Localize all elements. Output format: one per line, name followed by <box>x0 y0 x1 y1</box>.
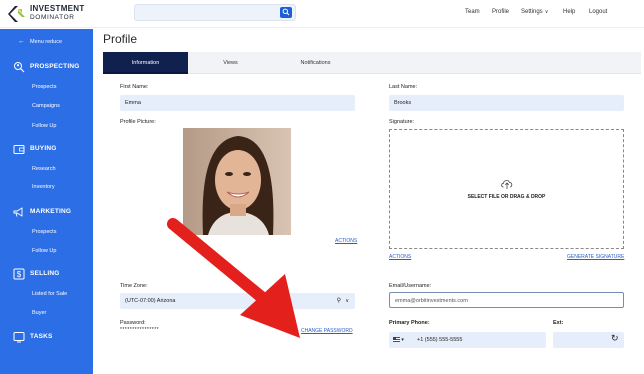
profile-picture-label: Profile Picture: <box>120 119 156 125</box>
sidebar-item-marketing-prospects[interactable]: Prospects <box>32 229 56 235</box>
sidebar-section-buying[interactable]: BUYING <box>30 145 56 152</box>
nav-profile[interactable]: Profile <box>492 9 509 15</box>
sidebar-item-marketing-follow-up[interactable]: Follow Up <box>32 248 56 254</box>
menu-reduce-label: Menu reduce <box>30 39 63 45</box>
refresh-icon[interactable]: ↻ <box>611 333 619 344</box>
email-field[interactable]: emma@orbitinvestments.com <box>389 292 624 308</box>
time-zone-value: (UTC-07:00) Arizona <box>125 298 176 304</box>
primary-phone-label: Primary Phone: <box>389 320 430 326</box>
dollar-icon: $ <box>13 268 25 280</box>
sidebar-section-selling[interactable]: SELLING <box>30 270 60 277</box>
search-button[interactable] <box>280 7 292 18</box>
profile-picture[interactable] <box>183 128 291 235</box>
profile-tabs: Information Views Notifications <box>103 52 641 74</box>
photo-actions-link[interactable]: ACTIONS <box>335 238 357 244</box>
arrow-shaft <box>167 218 271 306</box>
sidebar-item-listed-for-sale[interactable]: Listed for Sale <box>32 291 67 297</box>
first-name-label: First Name: <box>120 84 149 90</box>
arrow-left-icon: ← <box>18 38 25 45</box>
wallet-icon <box>13 145 25 154</box>
profile-photo-image <box>183 128 291 235</box>
chevron-down-icon: ∨ <box>544 9 549 15</box>
page-title: Profile <box>103 32 138 46</box>
first-name-field[interactable]: Emma <box>120 95 355 111</box>
phone-value: +1 (555) 555-5555 <box>417 337 463 343</box>
last-name-label: Last Name: <box>389 84 418 90</box>
nav-logout[interactable]: Logout <box>589 9 607 15</box>
select-file-text: SELECT FILE OR DRAG & DROP <box>467 194 546 200</box>
brand-logo[interactable]: INVESTMENT DOMINATOR <box>8 3 98 25</box>
sidebar-section-tasks[interactable]: TASKS <box>30 333 53 340</box>
global-search-input[interactable] <box>134 4 296 21</box>
signature-actions-link[interactable]: ACTIONS <box>389 254 411 260</box>
chevron-down-icon: ∨ <box>345 298 349 304</box>
generate-signature-link[interactable]: GENERATE SIGNATURE <box>567 254 624 260</box>
search-person-icon <box>14 62 25 73</box>
megaphone-icon <box>13 207 23 217</box>
sidebar-section-prospecting[interactable]: PROSPECTING <box>30 63 80 70</box>
sidebar-item-follow-up[interactable]: Follow Up <box>32 123 56 129</box>
change-password-link[interactable]: CHANGE PASSWORD <box>301 328 353 334</box>
sidebar-section-marketing[interactable]: MARKETING <box>30 208 71 215</box>
us-flag-icon <box>393 337 400 342</box>
country-flag-select[interactable]: ▾ <box>393 332 404 348</box>
signature-label: Signature: <box>389 119 415 125</box>
password-label: Password: <box>120 320 146 326</box>
primary-phone-field[interactable]: ▾ +1 (555) 555-5555 <box>389 332 546 348</box>
sidebar-item-prospects[interactable]: Prospects <box>32 84 56 90</box>
top-header: INVESTMENT DOMINATOR Team Profile Settin… <box>0 0 644 28</box>
ext-label: Ext: <box>553 320 564 326</box>
sidebar-item-inventory[interactable]: Inventory <box>32 184 55 190</box>
svg-text:$: $ <box>17 270 22 279</box>
sidebar: ← Menu reduce PROSPECTING Prospects Campa… <box>0 29 93 374</box>
signature-dropzone[interactable]: SELECT FILE OR DRAG & DROP <box>389 129 624 249</box>
logo-mark-icon <box>8 6 25 22</box>
sidebar-item-campaigns[interactable]: Campaigns <box>32 103 60 109</box>
tasks-icon <box>13 332 25 343</box>
sidebar-item-buyer[interactable]: Buyer <box>32 310 46 316</box>
nav-help[interactable]: Help <box>563 9 575 15</box>
cloud-upload-icon <box>501 180 513 189</box>
tab-views[interactable]: Views <box>188 52 273 74</box>
search-icon <box>282 8 290 16</box>
time-zone-label: Time Zone: <box>120 283 148 289</box>
nav-settings[interactable]: Settings ∨ <box>521 9 548 15</box>
tab-notifications[interactable]: Notifications <box>273 52 358 74</box>
brand-line1: INVESTMENT <box>30 4 85 13</box>
brand-line2: DOMINATOR <box>30 14 75 21</box>
tab-information[interactable]: Information <box>103 52 188 74</box>
password-value: **************** <box>120 327 160 333</box>
sidebar-item-research[interactable]: Research <box>32 166 56 172</box>
email-label: Email/Username: <box>389 283 432 289</box>
menu-reduce-button[interactable]: ← Menu reduce <box>18 38 62 45</box>
search-icon: ⚲ <box>336 298 341 304</box>
last-name-field[interactable]: Brooks <box>389 95 624 111</box>
nav-settings-label: Settings <box>521 9 543 15</box>
time-zone-select[interactable]: (UTC-07:00) Arizona ⚲ ∨ <box>120 293 355 309</box>
nav-team[interactable]: Team <box>465 9 480 15</box>
